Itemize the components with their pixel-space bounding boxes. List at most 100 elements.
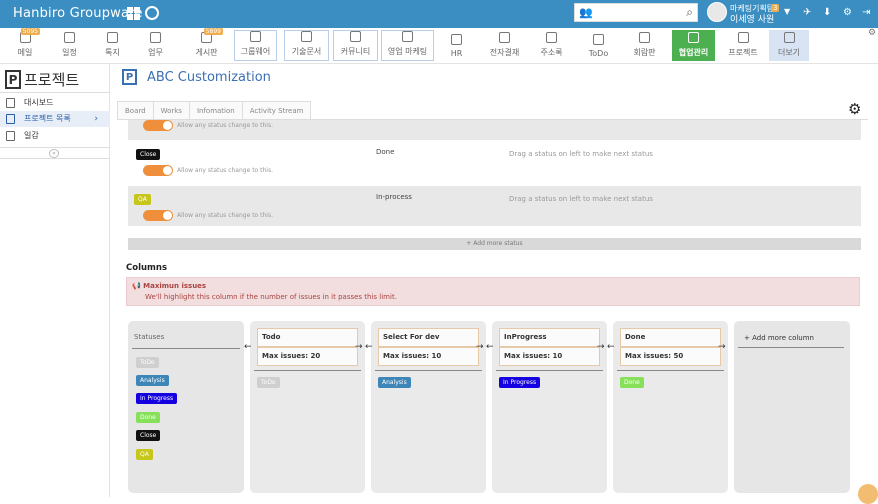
tab-board[interactable]: Board — [117, 101, 154, 119]
status-chip[interactable]: Analysis — [136, 375, 169, 386]
column-name-field[interactable]: InProgress — [499, 328, 600, 347]
divider — [254, 370, 361, 371]
toolbar-item-hr[interactable]: HR — [438, 30, 475, 61]
toolbar-item-label: 메일 — [17, 48, 33, 57]
tools-icon[interactable]: ✈ — [803, 7, 811, 18]
status-chip[interactable]: ToDo — [257, 377, 280, 388]
project-icon — [737, 32, 749, 43]
alert-box: 📢 Maximun issues We'll highlight this co… — [126, 277, 860, 306]
tab-activity-stream[interactable]: Activity Stream — [241, 101, 312, 119]
drag-hint: Drag a status on left to make next statu… — [509, 150, 653, 158]
toolbar-item-label: 업무 — [148, 48, 163, 57]
top-bar: Hanbiro Groupware 👥 ⌕ 마케팅기획팀 이세영 사원 3 ▼ … — [0, 0, 878, 28]
max-issues-field[interactable]: Max issues: 10 — [499, 347, 600, 366]
sidebar: P 프로젝트 대시보드 프로젝트 목록 › 일감 « — [0, 64, 110, 497]
toolbar-item-task[interactable]: 업무 — [137, 30, 174, 61]
settings-icon[interactable]: ⚙ — [843, 7, 852, 18]
addressbook-icon — [546, 32, 557, 43]
move-left-icon[interactable]: ← — [365, 342, 373, 352]
toolbar-item-addressbook[interactable]: 주소록 — [533, 30, 570, 61]
toolbar-item-label: 주소록 — [540, 48, 563, 57]
search-box[interactable]: 👥 ⌕ — [574, 3, 698, 22]
toolbar-item-todo[interactable]: ToDo — [580, 30, 617, 61]
status-toggle[interactable] — [143, 120, 173, 131]
max-issues-field[interactable]: Max issues: 10 — [378, 347, 479, 366]
community-icon — [350, 31, 361, 42]
sidebar-item-tasks[interactable]: 일감 — [0, 128, 110, 144]
toolbar-item-marketing[interactable]: 영업 마케팅 — [381, 30, 434, 61]
user-name[interactable]: 이세영 사원 — [730, 12, 774, 25]
statuses-panel: Statuses ToDo Analysis In Progress Done Clos… — [128, 321, 244, 493]
column-name-field[interactable]: Todo — [257, 328, 358, 347]
statuses-title: Statuses — [134, 333, 165, 341]
toolbar-item-document[interactable]: 기술문서 — [284, 30, 329, 61]
sidebar-item-project-list[interactable]: 프로젝트 목록 › — [0, 111, 110, 127]
status-toggle[interactable] — [143, 165, 173, 176]
toolbar-item-project[interactable]: 프로젝트 — [723, 30, 763, 61]
max-issues-field[interactable]: Max issues: 50 — [620, 347, 721, 366]
gear-icon[interactable]: ⚙ — [848, 100, 861, 118]
toolbar-item-board[interactable]: 게시판 5899 — [188, 28, 225, 61]
drag-hint: Drag a status on left to make next statu… — [509, 195, 653, 203]
status-chip[interactable]: In Progress — [136, 393, 178, 404]
column-name-field[interactable]: Select For dev — [378, 328, 479, 347]
app-grid-icon[interactable] — [127, 7, 140, 20]
network-icon[interactable] — [145, 6, 159, 20]
circular-icon — [639, 32, 650, 43]
move-left-icon[interactable]: ← — [486, 342, 494, 352]
toolbar-item-calendar[interactable]: 일정 — [51, 30, 88, 61]
status-chip[interactable]: In Progress — [499, 377, 541, 388]
status-chip[interactable]: QA — [136, 449, 153, 460]
tab-works[interactable]: Works — [152, 101, 190, 119]
toolbar-item-groupware[interactable]: 그룹웨어 — [234, 30, 277, 61]
move-left-icon[interactable]: ← — [244, 342, 252, 352]
move-right-icon[interactable]: → — [718, 342, 726, 352]
page-title: P ABC Customization — [122, 69, 271, 85]
people-icon[interactable]: 👥 — [579, 6, 593, 19]
status-toggle[interactable] — [143, 210, 173, 221]
status-chip[interactable]: Done — [136, 412, 160, 423]
toolbar-item-chat[interactable]: 톡지 — [94, 30, 131, 61]
toolbar-item-mail[interactable]: 메일 5095 — [8, 28, 42, 61]
count-badge: 5095 — [20, 28, 40, 35]
search-icon[interactable]: ⌕ — [686, 5, 693, 20]
search-input[interactable] — [595, 5, 677, 20]
divider — [496, 370, 603, 371]
add-status-button[interactable]: + Add more status — [128, 238, 861, 250]
toolbar-item-collab[interactable]: 협업관리 — [672, 30, 715, 61]
toolbar-item-approval[interactable]: 전자결재 — [486, 30, 523, 61]
toolbar-settings-icon[interactable]: ⚙ — [868, 28, 876, 38]
document-icon — [301, 31, 312, 42]
move-right-icon[interactable]: → — [355, 342, 363, 352]
logout-icon[interactable]: ⇥ — [862, 7, 870, 18]
toolbar-item-community[interactable]: 커뮤니티 — [333, 30, 378, 61]
toolbar-item-circular[interactable]: 회람판 — [626, 30, 663, 61]
column-lane: Todo Max issues: 20 ToDo — [250, 321, 365, 493]
count-badge: 5899 — [203, 28, 223, 35]
toolbar-item-more[interactable]: 더보기 — [769, 30, 809, 61]
more-icon — [783, 32, 795, 43]
add-column-button[interactable]: + Add more column — [744, 334, 814, 342]
status-chip[interactable]: Close — [136, 430, 161, 441]
download-icon[interactable]: ⬇ — [823, 7, 831, 18]
toolbar-item-label: 회람판 — [633, 48, 656, 57]
move-right-icon[interactable]: → — [597, 342, 605, 352]
chevron-down-icon[interactable]: ▼ — [784, 7, 790, 16]
alert-title: 📢 Maximun issues — [132, 282, 207, 290]
status-chip[interactable]: Analysis — [378, 377, 411, 388]
move-left-icon[interactable]: ← — [607, 342, 615, 352]
max-issues-field[interactable]: Max issues: 20 — [257, 347, 358, 366]
scroll-top-button[interactable] — [858, 484, 878, 504]
status-tag[interactable]: Close — [136, 149, 161, 160]
column-name-field[interactable]: Done — [620, 328, 721, 347]
status-chip[interactable]: ToDo — [136, 357, 159, 368]
move-right-icon[interactable]: → — [476, 342, 484, 352]
tab-bar: Board Works Infomation Activity Stream — [117, 101, 312, 119]
tab-information[interactable]: Infomation — [188, 101, 243, 119]
sidebar-item-dashboard[interactable]: 대시보드 — [0, 95, 110, 111]
avatar[interactable] — [707, 2, 727, 22]
collapse-icon[interactable]: « — [49, 149, 59, 158]
status-tag[interactable]: QA — [134, 194, 151, 205]
brand-logo[interactable]: Hanbiro Groupware — [13, 6, 143, 21]
status-chip[interactable]: Done — [620, 377, 644, 388]
